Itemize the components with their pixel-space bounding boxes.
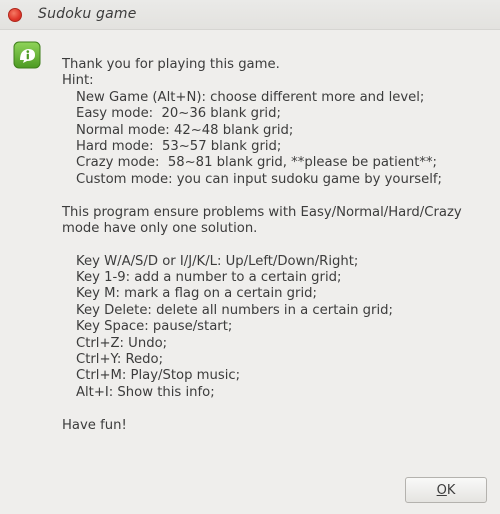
hint-line: New Game (Alt+N): choose different more … [76, 89, 425, 105]
window-title: Sudoku game [38, 6, 137, 22]
key-line: Ctrl+Y: Redo; [76, 352, 164, 368]
intro-text: Thank you for playing this game. [62, 57, 280, 72]
ok-mnemonic: O [436, 482, 447, 498]
close-button[interactable] [8, 8, 22, 22]
key-line: Key Space: pause/start; [76, 319, 233, 335]
key-line: Ctrl+M: Play/Stop music; [76, 368, 241, 384]
solution-note: mode have only one solution. [62, 220, 258, 236]
key-line: Key 1-9: add a number to a certain grid; [76, 270, 342, 286]
key-line: Alt+I: Show this info; [76, 384, 215, 400]
key-line: Key W/A/S/D or I/J/K/L: Up/Left/Down/Rig… [76, 253, 359, 269]
hint-label: Hint: [62, 73, 94, 89]
key-line: Key M: mark a flag on a certain grid; [76, 286, 317, 302]
outro-text: Have fun! [62, 417, 127, 433]
message-text: Thank you for playing this game. Hint: N… [62, 57, 492, 434]
info-icon [13, 41, 41, 69]
key-line: Key Delete: delete all numbers in a cert… [76, 302, 393, 318]
hint-line: Crazy mode: 58~81 blank grid, **please b… [76, 155, 438, 171]
hint-line: Hard mode: 53~57 blank grid; [76, 138, 282, 154]
dialog-window: Sudoku game Thank you for playing this g… [0, 0, 500, 514]
solution-note: This program ensure problems with Easy/N… [62, 204, 462, 220]
hint-line: Custom mode: you can input sudoku game b… [76, 171, 442, 187]
title-bar[interactable]: Sudoku game [0, 0, 500, 30]
ok-label-rest: K [446, 482, 456, 498]
hint-line: Normal mode: 42~48 blank grid; [76, 122, 294, 138]
key-line: Ctrl+Z: Undo; [76, 335, 168, 351]
hint-line: Easy mode: 20~36 blank grid; [76, 106, 281, 122]
ok-button[interactable]: OK [405, 477, 487, 503]
